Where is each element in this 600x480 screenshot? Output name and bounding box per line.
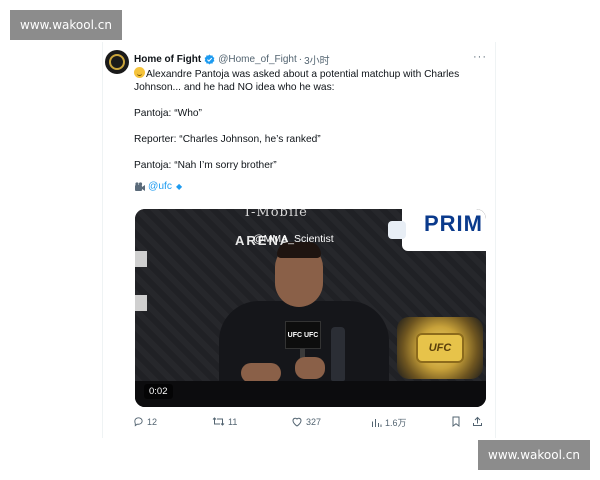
retweet-icon	[212, 417, 225, 426]
heart-icon	[292, 417, 302, 427]
reply-count: 12	[147, 416, 158, 427]
backdrop-panel	[135, 251, 147, 267]
belt-plate: UFC	[416, 333, 464, 363]
separator-dot: ·	[298, 53, 303, 65]
reply-icon	[134, 417, 143, 427]
water-bottle	[331, 327, 345, 381]
reply-button[interactable]: 12	[133, 416, 157, 427]
intro-line-2: Johnson... and he had NO idea who he was…	[134, 82, 335, 93]
quote-line-3: Pantoja: “Nah I’m sorry brother”	[134, 160, 277, 171]
like-button[interactable]: 327	[291, 416, 321, 427]
prime-bottle: PRIM	[388, 209, 486, 251]
tweet-text: Alexandre Pantoja was asked about a pote…	[134, 67, 486, 193]
watermark-top: www.wakool.cn	[10, 10, 122, 40]
bottle-cap	[388, 221, 406, 239]
watermark-bottom: www.wakool.cn	[478, 440, 590, 470]
views-button[interactable]: 1.6万	[371, 416, 407, 429]
prime-logo-text: PRIM	[424, 211, 483, 236]
diamond-icon: ◆	[175, 182, 183, 191]
bookmark-button[interactable]	[451, 416, 464, 427]
video-timestamp: 0:02	[144, 384, 173, 399]
mention-line: @ufc ◆	[134, 180, 486, 193]
overlay-watermark-handle: @MMA_Scientist	[253, 233, 334, 245]
author-handle[interactable]: @Home_of_Fight	[218, 54, 297, 65]
author-name[interactable]: Home of Fight	[134, 54, 201, 65]
intro-line-1: Alexandre Pantoja was asked about a pote…	[134, 67, 486, 81]
retweet-count: 11	[228, 416, 238, 427]
share-icon	[473, 416, 482, 426]
microphone-flag: UFC UFC	[285, 321, 321, 349]
avatar-logo-icon	[109, 54, 125, 70]
intro-text-1: Alexandre Pantoja was asked about a pote…	[146, 69, 460, 80]
video-player[interactable]: T-Mobile ARENA PRIM UFC UFC UFC @MMA_Sci…	[135, 209, 486, 407]
bookmark-icon	[452, 416, 460, 427]
views-count: 1.6万	[385, 418, 407, 428]
movie-camera-icon	[134, 181, 146, 192]
action-bar: 12 11 327 1.6万	[133, 416, 491, 430]
fighter-hand-right	[295, 357, 325, 379]
share-button[interactable]	[472, 416, 486, 427]
sweat-smile-emoji-icon	[134, 67, 145, 78]
sponsor-text: T-Mobile	[243, 209, 308, 220]
like-count: 327	[306, 416, 322, 427]
verified-badge-icon	[204, 54, 215, 65]
tweet-time[interactable]: 3小时	[304, 52, 330, 67]
more-options-icon[interactable]: ···	[473, 52, 487, 63]
fighter-hand-left	[241, 363, 281, 383]
press-table	[135, 381, 486, 407]
avatar[interactable]	[105, 50, 129, 74]
quote-line-2: Reporter: “Charles Johnson, he’s ranked”	[134, 134, 321, 145]
retweet-button[interactable]: 11	[212, 416, 237, 427]
views-chart-icon	[372, 419, 382, 427]
backdrop-panel	[135, 295, 147, 311]
championship-belt: UFC	[397, 317, 483, 379]
quote-line-1: Pantoja: “Who”	[134, 108, 202, 119]
tweet-header: Home of Fight @Home_of_Fight · 3小时	[134, 51, 485, 67]
tweet-card[interactable]: Home of Fight @Home_of_Fight · 3小时 ··· A…	[102, 42, 496, 438]
mention-link[interactable]: @ufc	[148, 180, 172, 193]
